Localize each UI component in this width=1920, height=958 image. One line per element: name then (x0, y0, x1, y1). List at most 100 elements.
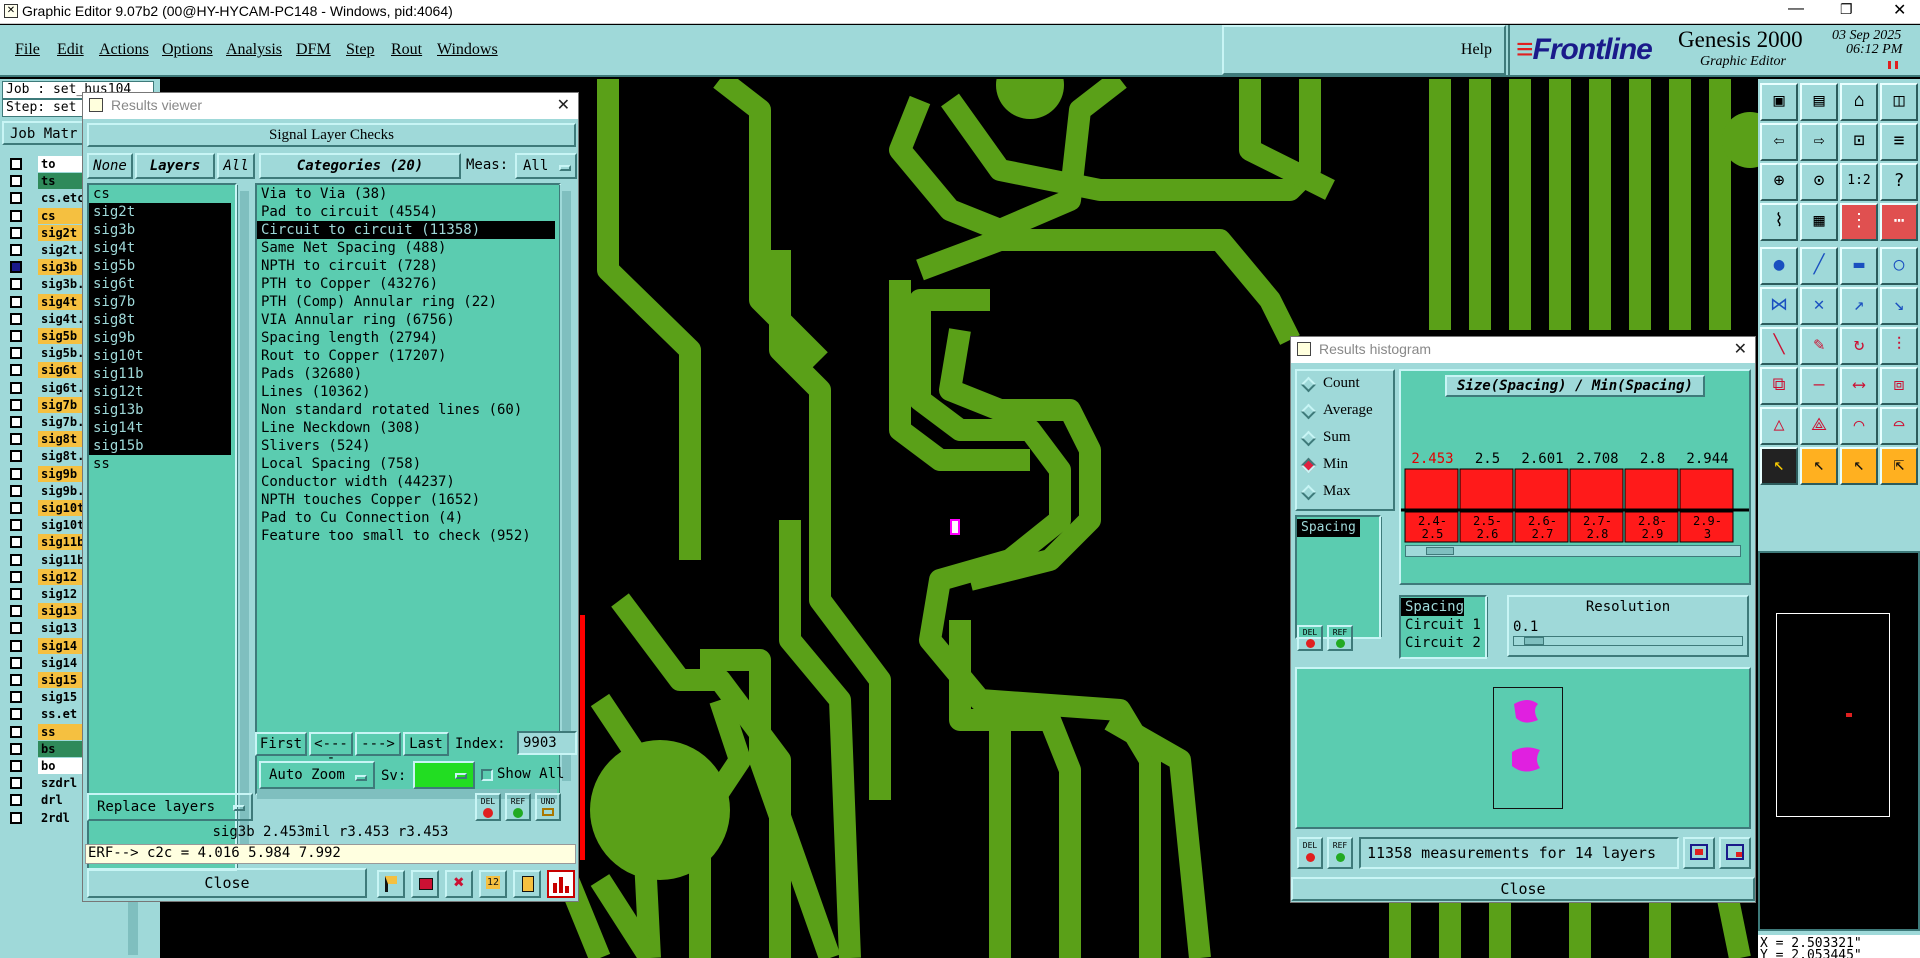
category-item[interactable]: Feature too small to check (952) (257, 527, 555, 545)
show-all-checkbox[interactable] (481, 769, 493, 781)
pad-icon[interactable]: ● (1760, 247, 1798, 285)
histogram-bar[interactable] (1514, 468, 1569, 510)
join-icon[interactable]: ⟷ (1840, 367, 1878, 405)
histogram-bar[interactable] (1569, 468, 1624, 510)
home-icon[interactable]: ⌂ (1840, 83, 1878, 121)
layer-checkbox[interactable] (10, 502, 22, 514)
menu-analysis[interactable]: Analysis (226, 41, 282, 59)
layer-checkbox[interactable] (10, 536, 22, 549)
category-item[interactable]: PTH (Comp) Annular ring (22) (257, 293, 555, 311)
corner-icon[interactable]: ⌓ (1880, 407, 1918, 445)
last-button[interactable]: Last (403, 732, 449, 756)
layer-checkbox[interactable] (10, 226, 22, 239)
layer-checkbox[interactable] (10, 433, 22, 446)
circle-icon[interactable]: ○ (1880, 247, 1918, 285)
hist-ref-button[interactable]: REF (1327, 625, 1353, 651)
histogram-close-button[interactable]: Close (1291, 877, 1755, 901)
histogram-icon[interactable] (547, 870, 575, 898)
layer-list-item[interactable]: sig4t (89, 239, 231, 257)
layer-checkbox[interactable] (10, 175, 22, 188)
categories-scrollbar[interactable] (559, 185, 573, 793)
route-icon[interactable]: ↗ (1840, 287, 1878, 325)
zoom-fit-icon[interactable] (1719, 837, 1751, 869)
layer-checkbox[interactable] (10, 261, 22, 274)
layer-checkbox[interactable] (10, 570, 22, 583)
layer-checkbox[interactable] (10, 312, 22, 325)
layer-checkbox[interactable] (10, 725, 22, 738)
close-icon[interactable]: ✕ (1734, 339, 1747, 359)
categories-button[interactable]: Categories (20) (259, 153, 461, 179)
histogram-bar[interactable] (1679, 468, 1734, 510)
category-item[interactable]: Same Net Spacing (488) (257, 239, 555, 257)
results-layer-list[interactable]: cs sig2t sig3b sig4t sig5b sig6t sig7b sig8t sig… (87, 183, 237, 871)
multi-pointer-icon[interactable]: ⇱ (1880, 447, 1918, 485)
layer-checkbox[interactable] (10, 622, 22, 635)
preview-ref-button[interactable]: REF (1327, 837, 1353, 869)
next-button[interactable]: ---> (355, 732, 401, 756)
layer-checkbox[interactable] (10, 708, 22, 721)
category-item[interactable]: Spacing length (2794) (257, 329, 555, 347)
open-icon[interactable]: ▣ (1760, 83, 1798, 121)
layer-list-item[interactable]: ss (89, 455, 231, 473)
histogram-bar[interactable] (1404, 468, 1459, 510)
param-list-item[interactable]: Circuit 2 (1401, 634, 1485, 652)
category-item[interactable]: Non standard rotated lines (60) (257, 401, 555, 419)
grid-icon[interactable]: ▦ (1800, 203, 1838, 241)
param-list-item[interactable]: Circuit 1 (1401, 616, 1485, 634)
highlight-icon[interactable] (411, 870, 439, 898)
layer-list-item[interactable]: sig9b (89, 329, 231, 347)
layers-icon[interactable]: ⋮ (1840, 203, 1878, 241)
pointer2-icon[interactable]: ↖ (1800, 447, 1838, 485)
category-item[interactable]: Local Spacing (758) (257, 455, 555, 473)
layer-checkbox[interactable] (10, 416, 22, 428)
edit-icon[interactable]: ✎ (1800, 327, 1838, 365)
flag-icon[interactable] (377, 870, 405, 898)
layers-button[interactable]: Layers (135, 153, 215, 179)
layer-checkbox[interactable] (10, 811, 22, 824)
menu-edit[interactable]: Edit (57, 41, 84, 59)
layer-list-item[interactable]: sig2t (89, 203, 231, 221)
layer-list-item[interactable]: sig13b (89, 401, 231, 419)
layer-list-item[interactable]: sig6t (89, 275, 231, 293)
transform-icon[interactable]: ⧉ (1760, 367, 1798, 405)
histogram-bar[interactable] (1624, 468, 1679, 510)
layer-list-item[interactable]: sig14t (89, 419, 231, 437)
layer-checkbox[interactable] (10, 467, 22, 480)
undo-button[interactable]: UND (535, 793, 561, 821)
none-button[interactable]: None (87, 153, 133, 179)
layer-checkbox[interactable] (10, 553, 22, 566)
param-list-item[interactable]: Spacing (1401, 598, 1465, 616)
category-item[interactable]: NPTH to circuit (728) (257, 257, 555, 275)
layer-checkbox[interactable] (10, 244, 22, 256)
layer-checkbox[interactable] (10, 398, 22, 411)
menu-windows[interactable]: Windows (437, 41, 498, 59)
layer-checkbox[interactable] (10, 450, 22, 463)
polygon-icon[interactable]: ⟁ (1800, 407, 1838, 445)
param-list[interactable]: Spacing Circuit 1 Circuit 2 (1399, 595, 1487, 659)
align-icon[interactable]: ≡ (1880, 123, 1918, 161)
close-icon[interactable]: ✕ (1893, 0, 1906, 20)
center-icon[interactable]: ⊙ (1800, 163, 1838, 201)
report-icon[interactable] (513, 870, 541, 898)
histogram-bar[interactable] (1459, 468, 1514, 510)
draw-icon[interactable]: ╲ (1760, 327, 1798, 365)
window-icon[interactable]: ◫ (1880, 83, 1918, 121)
category-item[interactable]: Lines (10362) (257, 383, 555, 401)
fit-icon[interactable]: ⊕ (1760, 163, 1798, 201)
layer-checkbox[interactable] (10, 674, 22, 686)
resolution-slider[interactable] (1513, 636, 1743, 646)
arc-icon[interactable]: ⌒ (1840, 407, 1878, 445)
layer-checkbox[interactable] (10, 656, 22, 669)
restore-icon[interactable]: ❐ (1840, 1, 1853, 18)
layer-checkbox[interactable] (10, 158, 22, 170)
query-icon[interactable]: ? (1880, 163, 1918, 201)
snap-icon[interactable]: ⊡ (1840, 123, 1878, 161)
category-item[interactable]: Rout to Copper (17207) (257, 347, 555, 365)
layer-list-item[interactable]: sig15b (89, 437, 231, 455)
ruler-icon[interactable]: ▬ (1840, 247, 1878, 285)
histogram-hscrollbar[interactable] (1405, 545, 1741, 557)
layer-checkbox[interactable] (10, 364, 22, 377)
category-item[interactable]: NPTH touches Copper (1652) (257, 491, 555, 509)
category-item[interactable]: VIA Annular ring (6756) (257, 311, 555, 329)
categories-list[interactable]: Via to Via (38) Pad to circuit (4554) Circ… (255, 183, 561, 795)
